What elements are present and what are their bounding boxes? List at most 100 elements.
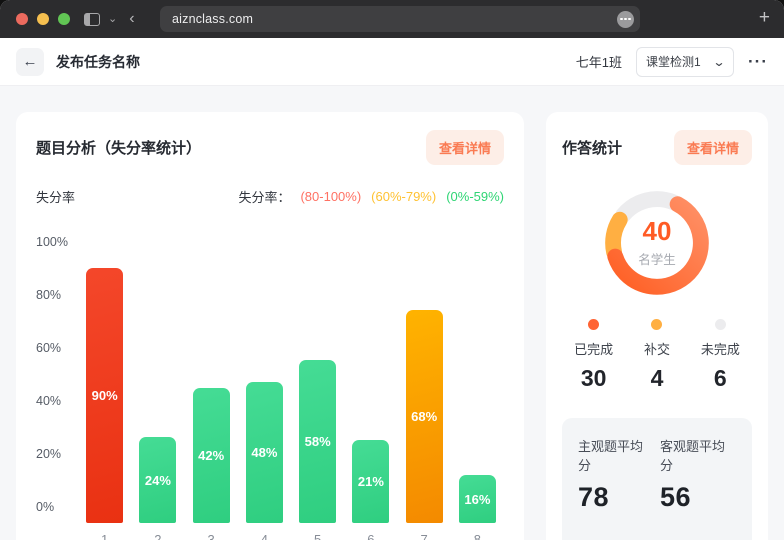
browser-titlebar: ⌄ ‹ aiznclass.com + (0, 0, 784, 38)
bar-2[interactable]: 24% (139, 437, 176, 523)
legend-item-2: (0%-59%) (446, 189, 504, 204)
legend-label-1: 补交 (644, 339, 670, 358)
bar-slot-8: 16% (451, 242, 504, 523)
bar-chart: 100%80%60%40%20%0% 90%24%42%48%58%21%68%… (36, 242, 504, 523)
bar-value-label-3: 42% (198, 448, 224, 463)
chart-legend-row: 失分率 失分率： (80-100%) (60%-79%) (0%-59%) (36, 187, 504, 206)
x-tick-7: 7 (398, 532, 451, 540)
select-chevron-icon: ⌄ (712, 55, 725, 69)
donut-legend: 已完成 30 补交 4 未完成 6 (562, 319, 752, 392)
bar-value-label-4: 48% (251, 445, 277, 460)
more-menu-button[interactable]: ··· (748, 53, 768, 70)
y-tick-3: 40% (36, 395, 72, 407)
answer-card-title: 作答统计 (562, 137, 622, 158)
donut-center: 40 名学生 (601, 187, 713, 299)
question-card-title: 题目分析（失分率统计） (36, 137, 201, 158)
bar-value-label-8: 16% (464, 492, 490, 507)
y-tick-1: 80% (36, 289, 72, 301)
bar-slot-4: 48% (238, 242, 291, 523)
bar-3[interactable]: 42% (193, 388, 230, 523)
legend-label-2: 未完成 (701, 339, 740, 358)
close-window-button[interactable] (16, 13, 28, 25)
bar-slot-1: 90% (78, 242, 131, 523)
x-tick-2: 2 (131, 532, 184, 540)
bar-6[interactable]: 21% (352, 440, 389, 523)
question-card-header: 题目分析（失分率统计） 查看详情 (36, 130, 504, 165)
minimize-window-button[interactable] (37, 13, 49, 25)
bar-5[interactable]: 58% (299, 360, 336, 523)
browser-nav-icons: ⌄ ‹ (84, 11, 135, 27)
x-tick-4: 4 (238, 532, 291, 540)
bar-value-label-5: 58% (305, 434, 331, 449)
x-tick-3: 3 (185, 532, 238, 540)
student-total: 40 (643, 218, 672, 245)
bar-slot-6: 21% (344, 242, 397, 523)
task-select-value: 课堂检测1 (646, 53, 701, 70)
legend-label-0: 已完成 (574, 339, 613, 358)
stat-value-1: 56 (660, 482, 736, 513)
legend-caption: 失分率： (238, 187, 290, 206)
zoom-window-button[interactable] (58, 13, 70, 25)
bar-8[interactable]: 16% (459, 475, 496, 523)
page-content: 题目分析（失分率统计） 查看详情 失分率 失分率： (80-100%) (60%-… (0, 86, 784, 540)
bar-value-label-1: 90% (92, 388, 118, 403)
stat-label-1: 客观题平均分 (660, 436, 736, 474)
y-axis-title: 失分率 (36, 187, 75, 206)
bar-slot-2: 24% (131, 242, 184, 523)
legend-dot-2 (715, 319, 726, 330)
legend-items: 失分率： (80-100%) (60%-79%) (0%-59%) (238, 187, 504, 206)
x-tick-5: 5 (291, 532, 344, 540)
page-options-icon[interactable] (617, 11, 634, 28)
x-tick-8: 8 (451, 532, 504, 540)
legend-value-1: 4 (651, 365, 664, 392)
back-arrow-icon: ← (23, 53, 38, 70)
legend-item-1: (60%-79%) (371, 189, 436, 204)
sidebar-toggle-icon[interactable] (84, 13, 100, 26)
y-tick-5: 0% (36, 501, 72, 513)
y-tick-0: 100% (36, 236, 72, 248)
x-axis-labels: 12345678 (78, 532, 504, 540)
header-right: 七年1班 课堂检测1 ⌄ ··· (576, 47, 768, 77)
x-tick-6: 6 (344, 532, 397, 540)
bar-value-label-2: 24% (145, 473, 171, 488)
bar-7[interactable]: 68% (406, 310, 443, 523)
stats-box: 主观题平均分78客观题平均分56总平均分72平均用时3’45” (562, 418, 752, 540)
y-tick-4: 20% (36, 448, 72, 460)
donut-chart: 40 名学生 (601, 187, 713, 299)
app-header: ← 发布任务名称 七年1班 课堂检测1 ⌄ ··· (0, 38, 784, 86)
donut-legend-item-0: 已完成 30 (562, 319, 625, 392)
legend-value-0: 30 (581, 365, 607, 392)
bar-slot-5: 58% (291, 242, 344, 523)
bar-slot-3: 42% (185, 242, 238, 523)
bar-4[interactable]: 48% (246, 382, 283, 523)
url-bar[interactable]: aiznclass.com (160, 6, 640, 32)
task-select[interactable]: 课堂检测1 ⌄ (636, 47, 734, 77)
stat-item-1: 客观题平均分 56 (660, 436, 736, 513)
donut-legend-item-2: 未完成 6 (689, 319, 752, 392)
back-button[interactable]: ← (16, 48, 44, 76)
answer-details-button[interactable]: 查看详情 (674, 130, 752, 165)
chevron-down-icon[interactable]: ⌄ (108, 14, 117, 25)
browser-back-icon[interactable]: ‹ (129, 11, 134, 27)
bar-value-label-7: 68% (411, 409, 437, 424)
legend-dot-0 (588, 319, 599, 330)
stat-item-0: 主观题平均分 78 (578, 436, 654, 513)
legend-item-0: (80-100%) (300, 189, 361, 204)
legend-dot-1 (651, 319, 662, 330)
answer-card-header: 作答统计 查看详情 (562, 130, 752, 165)
y-axis-labels: 100%80%60%40%20%0% (36, 236, 72, 513)
traffic-lights (0, 13, 70, 25)
url-text: aiznclass.com (172, 12, 617, 26)
stat-value-0: 78 (578, 482, 654, 513)
answer-stats-card: 作答统计 查看详情 (546, 112, 768, 540)
bar-1[interactable]: 90% (86, 268, 123, 523)
bar-slot-7: 68% (398, 242, 451, 523)
x-tick-1: 1 (78, 532, 131, 540)
new-tab-button[interactable]: + (759, 7, 770, 29)
legend-value-2: 6 (714, 365, 727, 392)
stat-label-0: 主观题平均分 (578, 436, 654, 474)
donut-legend-item-1: 补交 4 (625, 319, 688, 392)
browser-window: ⌄ ‹ aiznclass.com + ← 发布任务名称 七年1班 课堂检测1 … (0, 0, 784, 540)
question-details-button[interactable]: 查看详情 (426, 130, 504, 165)
donut-wrap: 40 名学生 (562, 187, 752, 299)
